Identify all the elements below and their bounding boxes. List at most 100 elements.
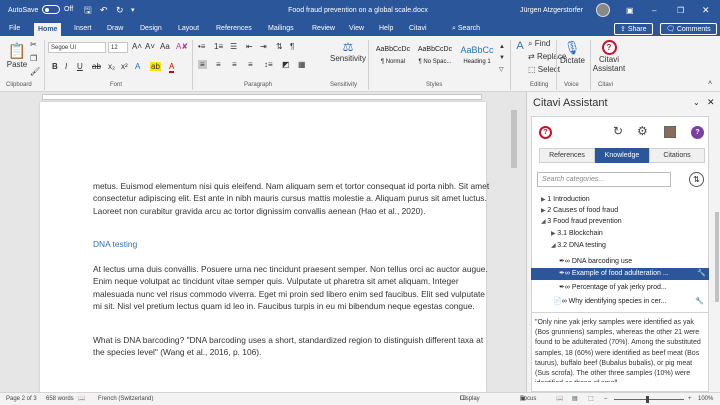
- styles-scroll-up-icon[interactable]: ▲: [499, 44, 505, 50]
- styles-scroll-down-icon[interactable]: ▼: [499, 55, 505, 61]
- paragraph[interactable]: metus. Euismod elementum nisi quis eleif…: [93, 180, 493, 217]
- grow-font-icon[interactable]: A˄: [132, 42, 142, 51]
- wrench-icon[interactable]: 🔧: [695, 296, 704, 307]
- tab-references[interactable]: References: [216, 21, 252, 36]
- tree-item-knowledge[interactable]: 📄∞ Why identifying species in cer... 🔧: [553, 296, 704, 307]
- close-icon[interactable]: ✕: [702, 0, 710, 21]
- zoom-slider[interactable]: [614, 399, 684, 400]
- undo-icon[interactable]: ↶: [100, 0, 108, 21]
- refresh-icon[interactable]: ↻: [613, 124, 623, 138]
- style-normal[interactable]: AaBbCcDc ¶ Normal: [372, 42, 414, 76]
- subscript-icon[interactable]: x₂: [108, 62, 115, 71]
- scrollbar-thumb[interactable]: [511, 110, 517, 168]
- line-spacing-icon[interactable]: ↕≡: [264, 60, 273, 69]
- paragraph[interactable]: What is DNA barcoding? "DNA barcoding us…: [93, 334, 493, 359]
- pane-scrollbar[interactable]: [713, 116, 720, 392]
- font-color-icon[interactable]: A: [169, 62, 175, 73]
- tree-item-knowledge[interactable]: ✒∞ DNA barcoding use: [559, 256, 632, 267]
- italic-icon[interactable]: I: [65, 62, 67, 71]
- print-layout-icon[interactable]: ▤: [572, 393, 578, 405]
- tab-help[interactable]: Help: [379, 21, 393, 36]
- decrease-indent-icon[interactable]: ⇤: [246, 42, 253, 51]
- style-no-spacing[interactable]: AaBbCcDc ¶ No Spac...: [414, 42, 456, 76]
- tab-knowledge[interactable]: Knowledge: [595, 148, 649, 163]
- increase-indent-icon[interactable]: ⇥: [260, 42, 267, 51]
- document-page[interactable]: metus. Euismod elementum nisi quis eleif…: [40, 102, 489, 392]
- align-center-icon[interactable]: ≡: [216, 60, 221, 69]
- sync-icon[interactable]: ⇅: [689, 172, 704, 187]
- align-right-icon[interactable]: ≡: [232, 60, 237, 69]
- style-heading-1[interactable]: AaBbCc Heading 1: [456, 42, 498, 76]
- zoom-slider-thumb[interactable]: [646, 396, 649, 403]
- tab-insert[interactable]: Insert: [74, 21, 92, 36]
- redo-icon[interactable]: ↻: [116, 0, 124, 21]
- collapse-ribbon-icon[interactable]: ˄: [708, 80, 712, 87]
- bold-icon[interactable]: B: [52, 62, 58, 71]
- shading-icon[interactable]: ◩: [282, 60, 290, 69]
- paragraph[interactable]: At lectus urna duis convallis. Posuere u…: [93, 263, 493, 313]
- cut-icon[interactable]: ✂: [30, 40, 37, 49]
- autosave-toggle[interactable]: Off: [42, 5, 73, 14]
- tab-layout[interactable]: Layout: [178, 21, 199, 36]
- read-mode-icon[interactable]: 📖: [556, 393, 563, 405]
- search-button[interactable]: ⌕ Search: [452, 21, 480, 36]
- page-count[interactable]: Page 2 of 3: [6, 393, 37, 405]
- pane-options-icon[interactable]: ⌄: [693, 98, 700, 107]
- category-search-input[interactable]: Search categories...: [537, 172, 671, 187]
- avatar[interactable]: [664, 126, 676, 138]
- font-size-select[interactable]: 12: [108, 42, 128, 53]
- document-scrollbar[interactable]: [509, 102, 519, 392]
- avatar[interactable]: [596, 3, 610, 17]
- format-painter-icon[interactable]: 🖌: [30, 67, 40, 76]
- tree-item-knowledge-selected[interactable]: ✒∞ Example of food adulteration ... 🔧: [531, 268, 709, 280]
- customize-qat-icon[interactable]: ▾: [131, 0, 135, 21]
- align-left-icon[interactable]: ≡: [198, 60, 207, 69]
- pane-close-icon[interactable]: ✕: [707, 97, 715, 108]
- find-button[interactable]: ⌕ Find: [528, 39, 550, 49]
- sensitivity-button[interactable]: ⚖ Sensitivity: [328, 40, 368, 63]
- dictate-button[interactable]: 🎙 Dictate: [560, 40, 585, 65]
- font-name-select[interactable]: Segoe UI: [48, 42, 106, 53]
- copy-icon[interactable]: ❐: [30, 54, 37, 63]
- styles-more-icon[interactable]: ▽: [499, 66, 504, 73]
- show-marks-icon[interactable]: ¶: [290, 42, 294, 51]
- word-count[interactable]: 658 words: [46, 393, 74, 405]
- tree-item-dna-testing[interactable]: ◢ 3.2 DNA testing: [551, 240, 606, 252]
- tab-citavi[interactable]: Citavi: [409, 21, 427, 36]
- tab-view[interactable]: View: [349, 21, 364, 36]
- highlight-icon[interactable]: ab: [150, 62, 161, 71]
- sort-icon[interactable]: ⇅: [276, 42, 283, 51]
- gear-icon[interactable]: ⚙: [637, 124, 648, 138]
- numbering-icon[interactable]: 1≡: [214, 42, 223, 51]
- tab-home[interactable]: Home: [34, 23, 62, 36]
- tab-draw[interactable]: Draw: [107, 21, 123, 36]
- citavi-logo-icon[interactable]: ?: [539, 126, 552, 139]
- multilevel-list-icon[interactable]: ☰: [230, 42, 237, 51]
- proofing-icon[interactable]: 📖: [78, 393, 85, 405]
- tree-item-blockchain[interactable]: ▶ 3.1 Blockchain: [551, 228, 603, 240]
- save-icon[interactable]: 🖫: [84, 0, 92, 21]
- zoom-in-icon[interactable]: +: [688, 393, 692, 405]
- tab-file[interactable]: File: [9, 21, 20, 36]
- underline-icon[interactable]: U: [77, 62, 83, 71]
- scrollbar-thumb[interactable]: [715, 212, 719, 302]
- change-case-icon[interactable]: Aa: [160, 42, 170, 51]
- wrench-icon[interactable]: 🔧: [697, 268, 706, 279]
- help-icon[interactable]: ?: [691, 126, 704, 139]
- text-effects-icon[interactable]: A: [135, 62, 140, 71]
- paste-button[interactable]: 📋 Paste: [6, 42, 28, 69]
- justify-icon[interactable]: ≡: [248, 60, 253, 69]
- heading-dna-testing[interactable]: DNA testing: [93, 238, 493, 250]
- comments-button[interactable]: 🗨 Comments: [660, 23, 717, 35]
- strikethrough-icon[interactable]: ab: [92, 62, 101, 71]
- tab-design[interactable]: Design: [140, 21, 162, 36]
- citavi-assistant-button[interactable]: ? Citavi Assistant: [592, 40, 626, 73]
- ribbon-display-icon[interactable]: ▣: [626, 0, 634, 21]
- clear-formatting-icon[interactable]: A✘: [176, 42, 188, 51]
- shrink-font-icon[interactable]: A˅: [145, 42, 155, 51]
- share-button[interactable]: ⇪ Share: [614, 23, 653, 35]
- language[interactable]: French (Switzerland): [98, 393, 153, 405]
- web-layout-icon[interactable]: ⬚: [588, 393, 594, 405]
- borders-icon[interactable]: ▦: [298, 60, 306, 69]
- restore-icon[interactable]: ❐: [677, 0, 684, 21]
